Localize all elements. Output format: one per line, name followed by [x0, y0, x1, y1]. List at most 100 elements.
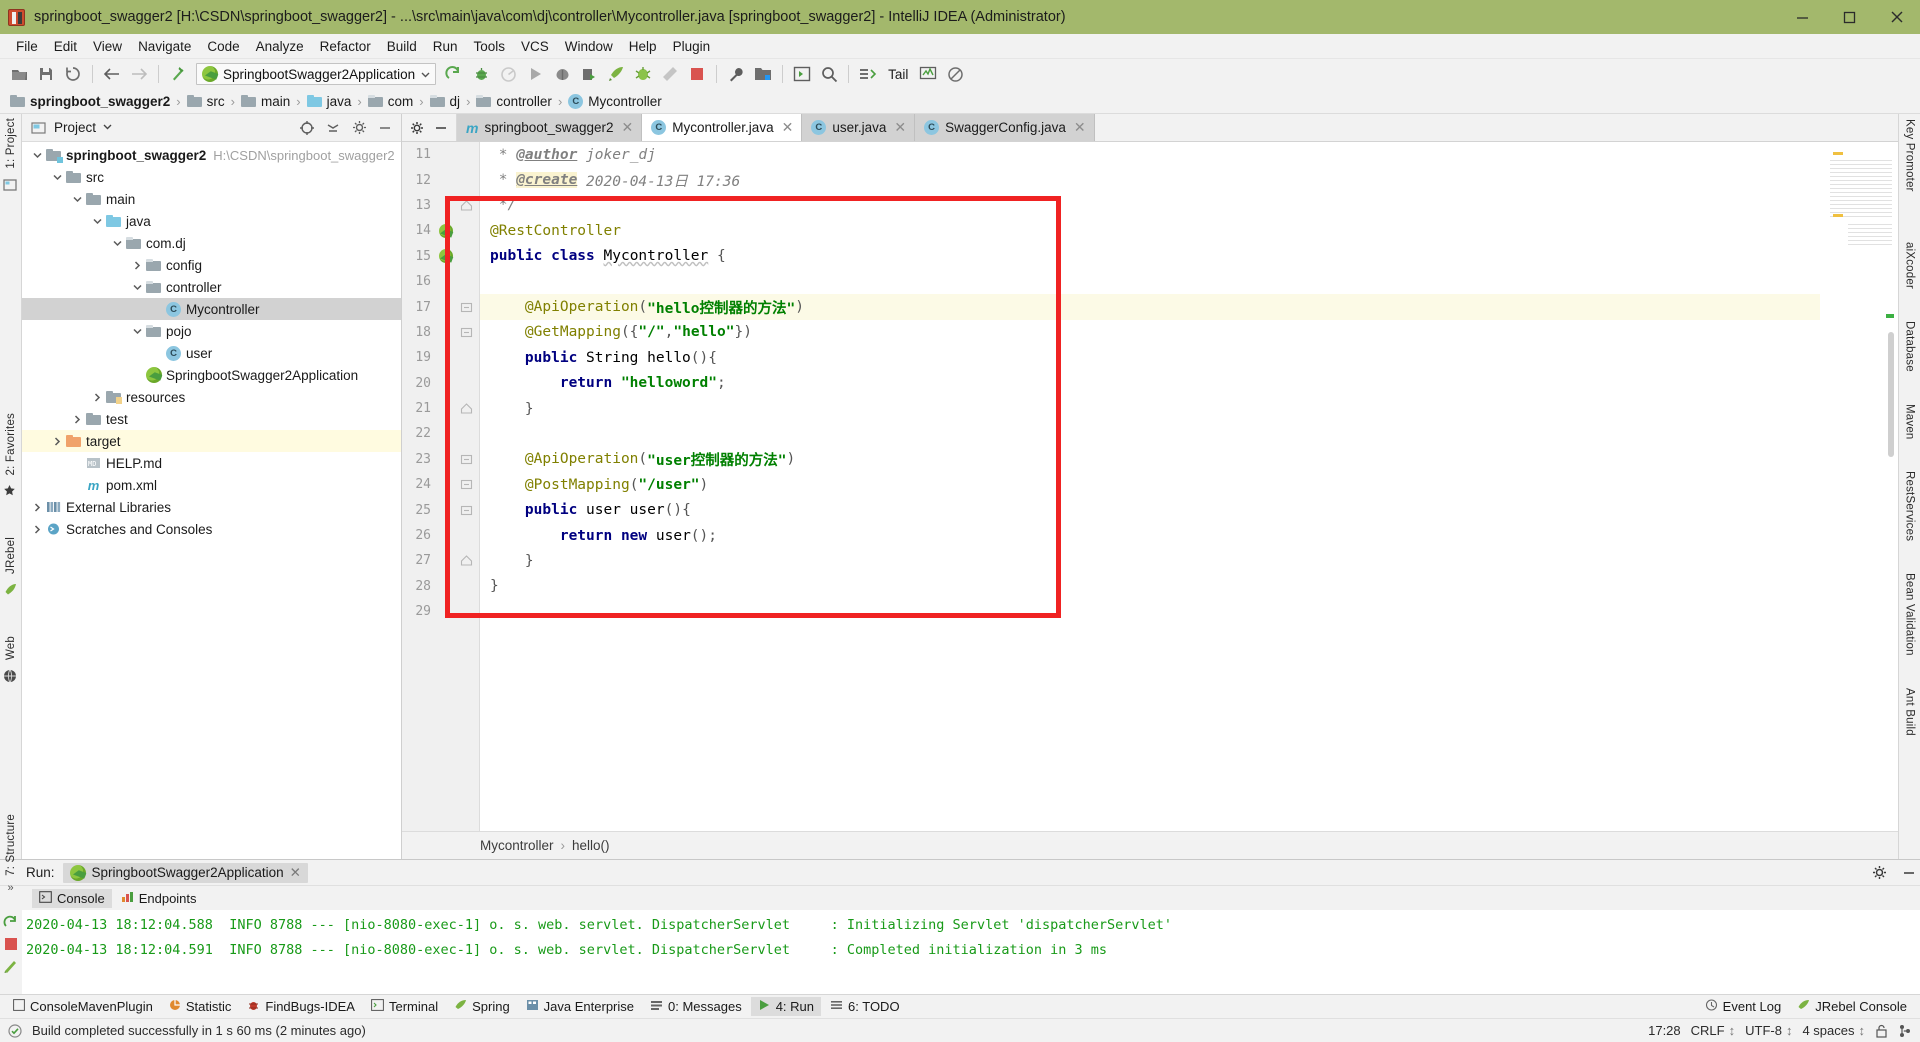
code-line[interactable]: @GetMapping({"/", "hello"}) — [480, 320, 1898, 345]
save-icon[interactable] — [33, 61, 59, 87]
tree-node-java[interactable]: java — [22, 210, 401, 232]
tw-messages[interactable]: 0: Messages — [643, 997, 749, 1016]
code-line[interactable]: * @create 2020-04-13日 17:36 — [480, 167, 1898, 192]
close-icon[interactable]: ✕ — [622, 119, 634, 136]
wrench-settings-icon[interactable] — [723, 61, 749, 87]
no-entry-icon[interactable] — [942, 61, 968, 87]
debug-green-bug-icon[interactable] — [630, 61, 656, 87]
chevron-down-icon[interactable] — [102, 120, 113, 135]
code-content[interactable]: * @author joker_dj * @create 2020-04-13日… — [480, 142, 1898, 831]
tw-run[interactable]: 4: Run — [750, 997, 822, 1016]
collapse-all-icon[interactable] — [323, 118, 343, 138]
tw-todo[interactable]: 6: TODO — [823, 997, 907, 1016]
menu-window[interactable]: Window — [557, 36, 621, 57]
spring-bean-icon[interactable] — [439, 223, 453, 238]
tree-twisty[interactable] — [130, 283, 145, 292]
editor-tab-springboot-swagger2[interactable]: m springboot_swagger2 ✕ — [457, 114, 643, 141]
tw-statistic[interactable]: Statistic — [162, 997, 239, 1016]
rail-item-structure[interactable]: 7: Structure — [5, 810, 17, 880]
close-icon[interactable]: ✕ — [782, 119, 794, 136]
menu-run[interactable]: Run — [425, 36, 466, 57]
scroll-from-source-icon[interactable] — [297, 118, 317, 138]
status-encoding[interactable]: UTF-8 ↕ — [1745, 1023, 1792, 1038]
stop-square-icon[interactable] — [684, 61, 710, 87]
gutter-line[interactable]: 15 — [402, 244, 479, 269]
minimize-button[interactable] — [1779, 0, 1826, 34]
tree-node-springbootswagger2application[interactable]: SpringbootSwagger2Application — [22, 364, 401, 386]
menu-analyze[interactable]: Analyze — [248, 36, 312, 57]
gutter-line[interactable]: 14 — [402, 218, 479, 243]
tw-terminal[interactable]: Terminal — [364, 997, 445, 1016]
code-line[interactable]: @RestController — [480, 218, 1898, 243]
menu-refactor[interactable]: Refactor — [312, 36, 379, 57]
tree-twisty[interactable] — [50, 436, 65, 446]
breadcrumb-item-com[interactable]: com — [366, 94, 416, 109]
tree-node-src[interactable]: src — [22, 166, 401, 188]
jrebel-monitor-icon[interactable] — [915, 61, 941, 87]
tree-node-main[interactable]: main — [22, 188, 401, 210]
tw-spring[interactable]: Spring — [447, 997, 517, 1016]
close-icon[interactable]: ✕ — [290, 865, 301, 881]
fold-toggle[interactable] — [456, 402, 476, 415]
breadcrumb-item-dj[interactable]: dj — [428, 94, 463, 109]
tree-twisty[interactable] — [90, 392, 105, 402]
tab-endpoints[interactable]: Endpoints — [114, 889, 204, 908]
gutter-line[interactable]: 21 — [402, 396, 479, 421]
git-branch-icon[interactable] — [1898, 1024, 1912, 1038]
gear-icon[interactable] — [406, 117, 428, 139]
sync-refresh-icon[interactable] — [60, 61, 86, 87]
code-line[interactable]: @PostMapping("/user") — [480, 472, 1898, 497]
breadcrumb-item-src[interactable]: src — [185, 94, 227, 109]
tree-node-resources[interactable]: resources — [22, 386, 401, 408]
editor-tab-swaggerconfig[interactable]: C SwaggerConfig.java ✕ — [915, 114, 1095, 141]
unlocked-icon[interactable] — [1875, 1024, 1888, 1038]
console-output[interactable]: 2020-04-13 18:12:04.588 INFO 8788 --- [n… — [22, 910, 1920, 994]
tree-node-help-md[interactable]: MD HELP.md — [22, 452, 401, 474]
tree-twisty[interactable] — [110, 239, 125, 248]
tree-node-test[interactable]: test — [22, 408, 401, 430]
menu-vcs[interactable]: VCS — [513, 36, 557, 57]
tree-node-user[interactable]: Cuser — [22, 342, 401, 364]
minimize-icon[interactable] — [1898, 862, 1920, 884]
search-icon[interactable] — [816, 61, 842, 87]
menu-view[interactable]: View — [85, 36, 130, 57]
tw-event-log[interactable]: Event Log — [1698, 997, 1789, 1016]
debug-moth-icon[interactable] — [549, 61, 575, 87]
minimize-icon[interactable] — [430, 117, 452, 139]
code-line[interactable]: return "helloword"; — [480, 371, 1898, 396]
gutter-line[interactable]: 23 — [402, 447, 479, 472]
close-button[interactable] — [1873, 0, 1920, 34]
gutter-marker[interactable] — [436, 223, 456, 238]
menu-edit[interactable]: Edit — [46, 36, 85, 57]
gutter-line[interactable]: 19 — [402, 345, 479, 370]
tree-twisty[interactable] — [130, 327, 145, 336]
gutter-marker[interactable] — [436, 249, 456, 264]
gutter-line[interactable]: 13 — [402, 193, 479, 218]
rail-item-ant-build[interactable]: Ant Build — [1904, 683, 1916, 741]
rerun-green-icon[interactable] — [2, 912, 20, 932]
tree-node-external-libraries[interactable]: External Libraries — [22, 496, 401, 518]
run-config-tab[interactable]: SpringbootSwagger2Application ✕ — [62, 862, 308, 883]
stop-red-icon[interactable] — [2, 934, 20, 954]
gutter-line[interactable]: 20 — [402, 371, 479, 396]
code-line[interactable]: public String hello(){ — [480, 345, 1898, 370]
tree-node-springboot-swagger2[interactable]: springboot_swagger2 H:\CSDN\springboot_sw… — [22, 144, 401, 166]
fold-toggle[interactable] — [456, 478, 476, 491]
code-line[interactable]: } — [480, 548, 1898, 573]
rail-item-restservices[interactable]: RestServices — [1904, 466, 1916, 546]
gutter-line[interactable]: 17 — [402, 294, 479, 319]
code-line[interactable]: @ApiOperation("user控制器的方法") — [480, 447, 1898, 472]
code-line[interactable]: return new user (); — [480, 523, 1898, 548]
code-editor[interactable]: 11 12 13 14 15 16 17 18 19 20 21 22 23 24 25 26 27 28 29 *… — [402, 142, 1898, 831]
tree-node-controller[interactable]: controller — [22, 276, 401, 298]
tree-twisty[interactable] — [70, 414, 85, 424]
gear-icon[interactable] — [349, 118, 369, 138]
code-line[interactable]: } — [480, 574, 1898, 599]
menu-help[interactable]: Help — [621, 36, 665, 57]
coverage-icon[interactable] — [495, 61, 521, 87]
spring-bean-icon[interactable] — [439, 249, 453, 264]
code-line[interactable] — [480, 599, 1898, 624]
project-structure-icon[interactable] — [750, 61, 776, 87]
rail-item-jrebel[interactable]: JRebel — [5, 533, 17, 578]
gutter-line[interactable]: 24 — [402, 472, 479, 497]
